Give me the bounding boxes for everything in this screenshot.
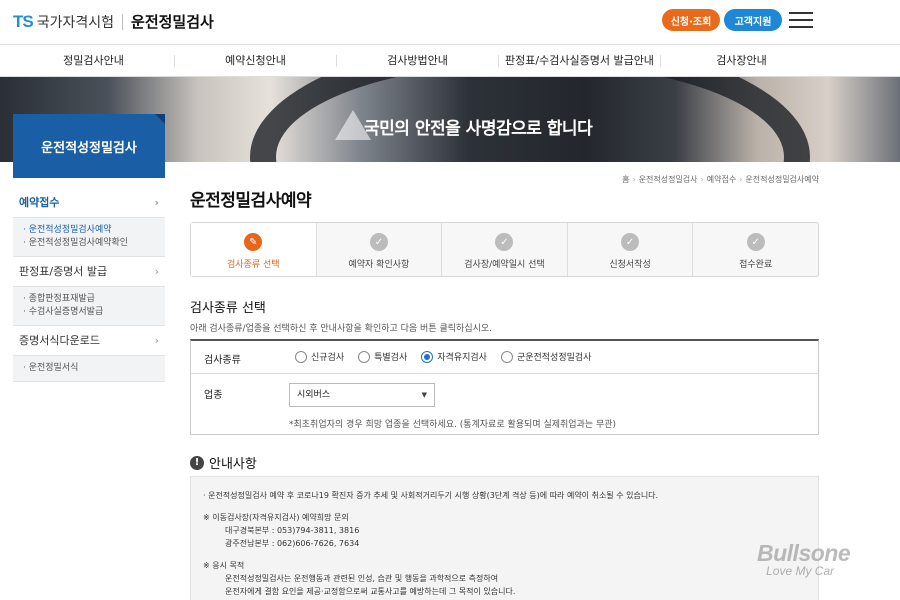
- step-location-datetime: ✓ 검사장/예약일시 선택: [442, 223, 568, 276]
- nav-item-test-center-guide[interactable]: 검사장안내: [661, 45, 822, 77]
- pencil-icon: ✎: [244, 233, 263, 251]
- sidebar-subitem-certificate[interactable]: · 수검사실증명서발급: [23, 306, 165, 319]
- step-complete: ✓ 접수완료: [693, 223, 818, 276]
- customer-support-button[interactable]: 고객지원: [724, 9, 782, 31]
- sidebar-item-certificates[interactable]: 판정표/증명서 발급 ›: [13, 257, 165, 287]
- page-title: 운전정밀검사예약: [190, 191, 312, 211]
- sidebar-item-downloads[interactable]: 증명서식다운로드 ›: [13, 326, 165, 356]
- banner-slogan: 국민의 안전을 사명감으로 합니다: [364, 119, 593, 139]
- check-icon: ✓: [746, 233, 765, 251]
- step-label: 검사종류 선택: [227, 260, 280, 270]
- breadcrumb-item[interactable]: 운전적성정밀검사: [639, 175, 698, 184]
- hamburger-menu-icon[interactable]: [789, 12, 813, 28]
- logo-ts-mark: TS: [13, 11, 34, 31]
- step-label: 신청서작성: [609, 260, 651, 270]
- breadcrumb: 홈 › 운전적성정밀검사 › 예약접수 › 운전적성정밀검사예약: [622, 175, 819, 184]
- radio-new-test[interactable]: 신규검사: [295, 350, 344, 363]
- guide-title: ! 안내사항: [190, 453, 257, 472]
- radio-label: 특별검사: [374, 353, 408, 363]
- sidebar-menu: 예약접수 › · 운전적성정밀검사예약 · 운전적성정밀검사예약확인 판정표/증…: [13, 188, 165, 382]
- sidebar-item-label: 판정표/증명서 발급: [19, 265, 108, 278]
- check-icon: ✓: [621, 233, 640, 251]
- radio-circle: [500, 350, 513, 363]
- radio-label: 군운전적성정밀검사: [516, 353, 592, 363]
- sidebar-item-reservation[interactable]: 예약접수 ›: [13, 188, 165, 218]
- watermark: Bullsone Love My Car: [757, 540, 851, 578]
- watermark-slogan: Love My Car: [766, 564, 835, 578]
- guide-box: · 운전적성정밀검사 예약 후 코로나19 확진자 증가 추세 및 사회적거리두…: [190, 476, 819, 600]
- radio-circle: [358, 350, 371, 363]
- apply-lookup-button[interactable]: 신청·조회: [662, 9, 720, 31]
- radio-circle: [295, 350, 307, 363]
- industry-select[interactable]: 시외버스 ▼: [289, 383, 435, 407]
- nav-item-certificate-guide[interactable]: 판정표/수검사실증명서 발급안내: [499, 45, 660, 77]
- section-title: 검사종류 선택: [190, 301, 266, 316]
- industry-note: *최초취업자의 경우 희망 업종을 선택하세요. (통계자료로 활용되며 실제취…: [289, 420, 617, 430]
- sidebar-submenu: · 운전정밀서식: [13, 356, 165, 382]
- form-row-type: 검사종류 신규검사 특별검사 자격유지검사 군운전적성정밀검사: [191, 341, 818, 374]
- chevron-right-icon: ›: [154, 334, 159, 347]
- section-description: 아래 검사종류/업종을 선택하신 후 안내사항을 확인하고 다음 버튼 클릭하십…: [190, 324, 493, 334]
- watermark-brand: Bullsone: [757, 540, 851, 566]
- radio-circle-selected: [421, 350, 434, 363]
- logo-divider: [122, 13, 124, 30]
- sidebar-subitem-reissue[interactable]: · 종합판정표재발급: [23, 293, 165, 306]
- logo-org-name: 국가자격시험: [36, 14, 115, 31]
- sidebar-title: 운전적성정밀검사: [13, 114, 165, 178]
- step-confirm: ✓ 예약자 확인사항: [317, 223, 443, 276]
- guide-line: 광주전남본부 : 062)606-7626, 7634: [225, 539, 360, 548]
- logo-service-name: 운전정밀검사: [131, 13, 214, 31]
- caret-down-icon: ▼: [421, 391, 427, 399]
- sidebar-subitem-forms[interactable]: · 운전정밀서식: [23, 362, 165, 375]
- nav-item-reservation-guide[interactable]: 예약신청안내: [175, 45, 336, 77]
- radio-special-test[interactable]: 특별검사: [358, 350, 407, 363]
- nav-item-inspection-guide[interactable]: 정밀검사안내: [13, 45, 174, 77]
- guide-line: 운전자에게 결함 요인을 제공·교정함으로써 교통사고를 예방하는데 그 목적이…: [225, 587, 516, 596]
- breadcrumb-current: 운전적성정밀검사예약: [745, 175, 819, 184]
- breadcrumb-home[interactable]: 홈: [622, 175, 629, 184]
- guide-line: ※ 응시 목적: [203, 561, 245, 570]
- guide-title-text: 안내사항: [209, 457, 257, 472]
- type-label: 검사종류: [204, 355, 241, 366]
- type-form: 검사종류 신규검사 특별검사 자격유지검사 군운전적성정밀검사 업종 시외버스 …: [190, 339, 819, 435]
- sidebar-item-label: 예약접수: [19, 196, 60, 209]
- industry-select-value: 시외버스: [297, 390, 331, 400]
- industry-label: 업종: [204, 390, 223, 401]
- radio-label: 자격유지검사: [437, 353, 487, 363]
- check-icon: ✓: [369, 233, 388, 251]
- step-application: ✓ 신청서작성: [568, 223, 694, 276]
- sidebar-submenu: · 종합판정표재발급 · 수검사실증명서발급: [13, 287, 165, 326]
- radio-label: 신규검사: [311, 353, 345, 363]
- step-label: 검사장/예약일시 선택: [464, 260, 545, 270]
- sidebar-submenu: · 운전적성정밀검사예약 · 운전적성정밀검사예약확인: [13, 218, 165, 257]
- nav-item-method-guide[interactable]: 검사방법안내: [337, 45, 498, 77]
- step-label: 예약자 확인사항: [348, 260, 410, 270]
- breadcrumb-item[interactable]: 예약접수: [707, 175, 736, 184]
- sidebar-subitem-reserve[interactable]: · 운전적성정밀검사예약: [23, 224, 165, 237]
- site-logo[interactable]: TS 국가자격시험 운전정밀검사: [13, 11, 214, 32]
- step-select-type: ✎ 검사종류 선택: [191, 223, 317, 276]
- global-nav: 정밀검사안내 예약신청안내 검사방법안내 판정표/수검사실증명서 발급안내 검사…: [0, 44, 900, 77]
- radio-qualification-test[interactable]: 자격유지검사: [421, 350, 487, 363]
- guide-line: 운전적성정밀검사는 운전행동과 관련된 인성, 습관 및 행동을 과학적으로 측…: [225, 574, 499, 583]
- check-icon: ✓: [495, 233, 514, 251]
- progress-steps: ✎ 검사종류 선택 ✓ 예약자 확인사항 ✓ 검사장/예약일시 선택 ✓ 신청서…: [190, 222, 819, 277]
- exclamation-icon: !: [190, 455, 204, 470]
- sidebar-item-label: 증명서식다운로드: [19, 334, 100, 347]
- chevron-right-icon: ›: [154, 196, 159, 209]
- site-header: TS 국가자격시험 운전정밀검사 신청·조회 고객지원: [0, 0, 900, 44]
- guide-line: 대구경북본부 : 053)794-3811, 3816: [225, 526, 360, 535]
- chevron-right-icon: ›: [154, 265, 159, 278]
- sidebar-subitem-reserve-check[interactable]: · 운전적성정밀검사예약확인: [23, 237, 165, 250]
- guide-line: ※ 이동검사장(자격유지검사) 예약희망 문의: [203, 513, 349, 522]
- step-label: 접수완료: [739, 260, 773, 270]
- type-radio-group: 신규검사 특별검사 자격유지검사 군운전적성정밀검사: [295, 350, 605, 363]
- radio-military-test[interactable]: 군운전적성정밀검사: [500, 350, 592, 363]
- guide-line: · 운전적성정밀검사 예약 후 코로나19 확진자 증가 추세 및 사회적거리두…: [203, 491, 659, 500]
